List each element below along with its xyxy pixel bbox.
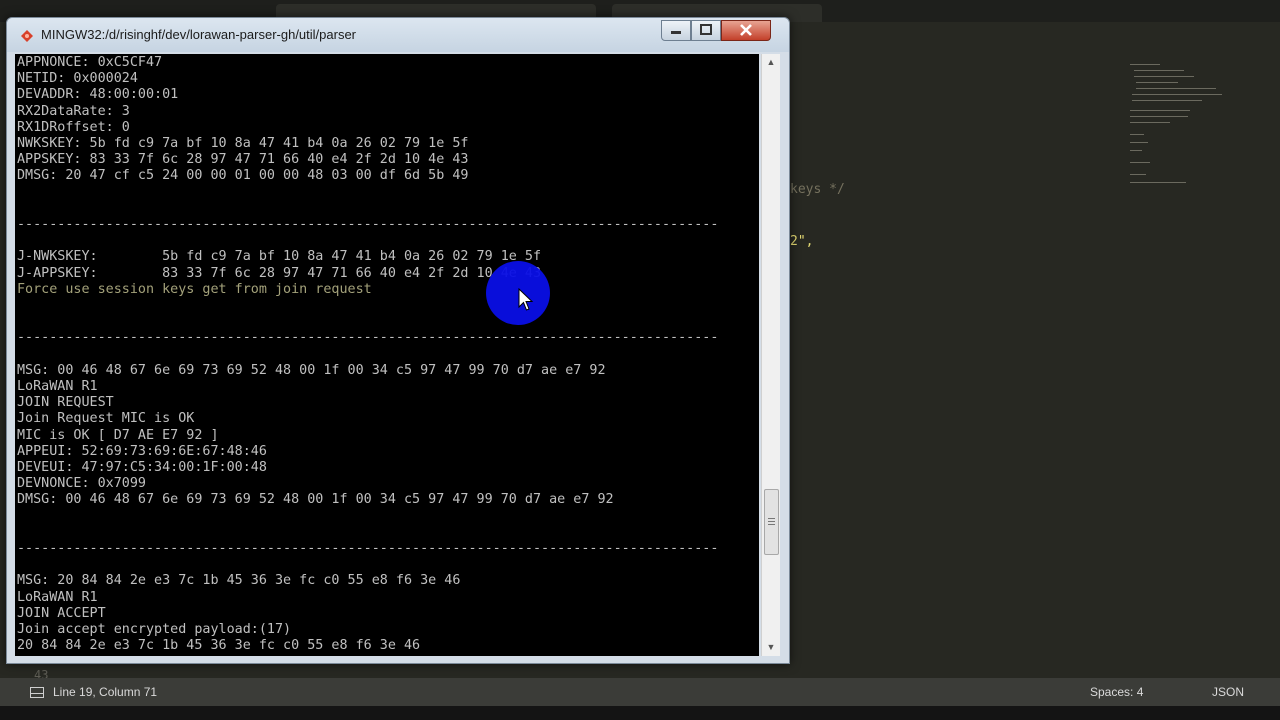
minimap[interactable] <box>1126 62 1226 192</box>
console-line: MSG: 20 84 84 2e e3 7c 1b 45 36 3e fc c0… <box>17 573 461 589</box>
console-line: DEVADDR: 48:00:00:01 <box>17 87 179 103</box>
console-line: NETID: 0x000024 <box>17 71 138 87</box>
taskbar-edge <box>0 706 1280 720</box>
console-line: DMSG: 00 46 48 67 6e 69 73 69 52 48 00 1… <box>17 492 614 508</box>
window-titlebar[interactable]: MINGW32:/d/risinghf/dev/lorawan-parser-g… <box>7 18 789 52</box>
console-line: NWKSKEY: 5b fd c9 7a bf 10 8a 47 41 b4 0… <box>17 136 469 151</box>
minimize-icon <box>671 31 681 34</box>
cursor-position: Line 19, Column 71 <box>53 685 158 699</box>
maximize-icon <box>700 24 712 35</box>
panel-toggle-icon[interactable] <box>30 687 44 698</box>
mingw-app-icon <box>21 29 33 42</box>
console-line: MSG: 00 46 48 67 6e 69 73 69 52 48 00 1f… <box>17 362 606 378</box>
console-line: JOIN REQUEST <box>17 395 114 411</box>
code-fragment-comment: keys */ <box>790 182 845 197</box>
code-fragment-string: 2", <box>790 234 814 249</box>
console-line: APPEUI: 52:69:73:69:6E:67:48:46 <box>17 443 267 459</box>
console-line: LoRaWAN R1 <box>17 379 98 394</box>
console-line: Join Request MIC is OK <box>17 411 195 427</box>
console-line: DMSG: 20 47 cf c5 24 00 00 01 00 00 48 0… <box>17 168 469 184</box>
window-title: MINGW32:/d/risinghf/dev/lorawan-parser-g… <box>41 27 357 42</box>
console-line: MIC is OK [ D7 AE E7 92 ] <box>17 427 219 443</box>
console-line: APPNONCE: 0xC5CF47 <box>17 55 163 70</box>
indentation-setting[interactable]: Spaces: 4 <box>1090 685 1143 699</box>
separator-line: ----------------------------------------… <box>17 217 719 232</box>
scroll-thumb[interactable] <box>764 489 779 555</box>
console-line: LoRaWAN R1 <box>17 589 98 605</box>
console-line: RX2DataRate: 3 <box>17 103 130 119</box>
maximize-button[interactable] <box>691 20 721 41</box>
console-line: JOIN ACCEPT <box>17 605 106 621</box>
mouse-pointer-icon <box>518 288 534 311</box>
console-line: RX1DRoffset: 0 <box>17 119 130 135</box>
console-line: DEVNONCE: 0x7099 <box>17 476 146 492</box>
console-line: APPSKEY: 83 33 7f 6c 28 97 47 71 66 40 e… <box>17 152 469 168</box>
vertical-scrollbar[interactable]: ▲ ▼ <box>761 54 780 656</box>
console-line: 20 84 84 2e e3 7c 1b 45 36 3e fc c0 55 e… <box>17 638 421 654</box>
syntax-selector[interactable]: JSON <box>1212 685 1244 699</box>
close-button[interactable] <box>721 20 771 41</box>
console-line: J-APPSKEY: 83 33 7f 6c 28 97 47 71 66 40… <box>17 265 542 281</box>
console-line: DEVEUI: 47:97:C5:34:00:1F:00:48 <box>17 460 267 475</box>
terminal-window[interactable]: MINGW32:/d/risinghf/dev/lorawan-parser-g… <box>6 17 790 664</box>
close-icon <box>740 24 752 36</box>
status-bar: Line 19, Column 71 Spaces: 4 JSON <box>0 678 1280 706</box>
separator-line: ----------------------------------------… <box>17 541 719 556</box>
terminal-output[interactable]: APPNONCE: 0xC5CF47 NETID: 0x000024 DEVADDR… <box>15 54 759 656</box>
console-line: Force use session keys get from join req… <box>17 281 372 297</box>
scroll-up-button[interactable]: ▲ <box>762 54 780 71</box>
separator-line: ----------------------------------------… <box>17 330 719 346</box>
console-line: Join accept encrypted payload:(17) <box>17 622 292 637</box>
scroll-down-button[interactable]: ▼ <box>762 639 780 656</box>
console-line: J-NWKSKEY: 5b fd c9 7a bf 10 8a 47 41 b4… <box>17 249 542 265</box>
minimize-button[interactable] <box>661 20 691 41</box>
